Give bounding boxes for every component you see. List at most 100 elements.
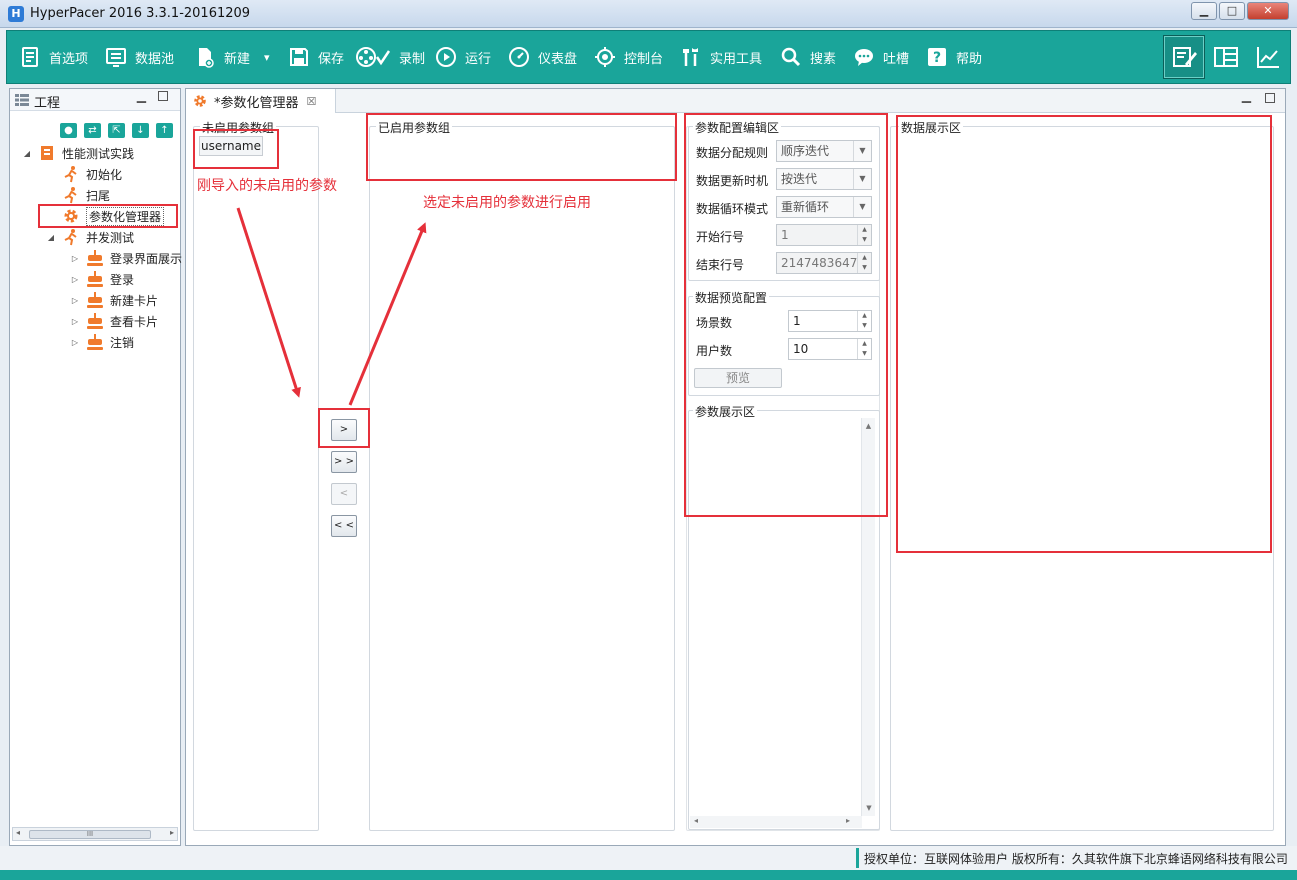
tab-label: *参数化管理器 xyxy=(214,95,299,111)
expand-toggle-icon[interactable]: ▷ xyxy=(70,254,80,263)
tree-item-project[interactable]: ◢ 性能测试实践 xyxy=(22,143,134,163)
expand-toggle-icon[interactable]: ◢ xyxy=(46,233,56,242)
chart-perspective-button[interactable] xyxy=(1247,35,1289,79)
disable-all-button[interactable]: < < xyxy=(331,515,357,537)
scroll-thumb[interactable]: III xyxy=(29,830,151,839)
toolbar-dashboard-button[interactable]: 仪表盘 xyxy=(508,44,577,70)
annotation-box-enable-button xyxy=(318,408,370,448)
annotation-box-enabled-group xyxy=(366,113,677,181)
toggle-view-icon[interactable]: ● xyxy=(60,123,77,138)
tree-item-logout[interactable]: ▷ 注销 xyxy=(70,332,134,352)
upload-icon[interactable]: ↑ xyxy=(156,123,173,138)
toolbar-preferences-label: 首选项 xyxy=(49,51,89,67)
editor-maximize-button[interactable] xyxy=(1265,93,1275,103)
save-icon xyxy=(288,46,310,68)
enabled-params-group: 已启用参数组 xyxy=(369,119,675,831)
scroll-left-icon[interactable]: ◂ xyxy=(694,816,698,825)
runner-icon xyxy=(62,165,80,183)
app-logo-icon: H xyxy=(8,6,24,22)
scroll-right-icon[interactable]: ▸ xyxy=(170,828,174,837)
toolbar-new-button[interactable]: 新建 ▾ xyxy=(194,44,270,70)
project-grid-icon xyxy=(15,94,29,106)
toolbar-feedback-button[interactable]: 吐槽 xyxy=(853,44,909,70)
tab-close-icon[interactable]: ☒ xyxy=(307,95,317,108)
tools-icon xyxy=(680,46,702,68)
project-book-icon xyxy=(38,144,56,162)
gear-icon xyxy=(194,95,206,107)
tree-item-cleanup[interactable]: 扫尾 xyxy=(46,185,110,205)
toolbar-tools-label: 实用工具 xyxy=(710,51,763,67)
tree-item-label: 登录界面展示 xyxy=(110,251,183,266)
search-icon xyxy=(780,46,802,68)
toolbar-run-label: 运行 xyxy=(465,51,492,67)
toolbar-save-label: 保存 xyxy=(318,51,345,67)
disable-selected-button[interactable]: < xyxy=(331,483,357,505)
toolbar-run-button[interactable]: 运行 xyxy=(435,44,491,70)
tree-item-label: 注销 xyxy=(110,335,135,350)
layout-perspective-button[interactable] xyxy=(1205,35,1247,79)
transaction-icon xyxy=(86,333,104,351)
toolbar-search-button[interactable]: 搜素 xyxy=(780,44,836,70)
expand-toggle-icon[interactable]: ▷ xyxy=(70,338,80,347)
project-panel: 工程 ▁ ● ⇄ ⇱ ↓ ↑ ◢ 性能测试实践 初始化 扫尾 参数化管理器 ◢ … xyxy=(9,88,182,846)
annotation-box-tree-item xyxy=(38,204,178,228)
minimize-button[interactable]: ▁ xyxy=(1191,2,1217,20)
tree-item-view-card[interactable]: ▷ 查看卡片 xyxy=(70,311,158,331)
toolbar-help-button[interactable]: ? 帮助 xyxy=(926,44,982,70)
status-bar: 授权单位：互联网体验用户 版权所有：久其软件旗下北京蜂语网络科技有限公司 xyxy=(0,846,1297,870)
expand-toggle-icon[interactable]: ▷ xyxy=(70,275,80,284)
expand-toggle-icon[interactable]: ▷ xyxy=(70,296,80,305)
bottom-accent-bar xyxy=(0,870,1297,880)
toolbar-data-pool-button[interactable]: 数据池 xyxy=(105,44,174,70)
tab-param-manager[interactable]: *参数化管理器 ☒ xyxy=(186,89,336,113)
tree-item-login[interactable]: ▷ 登录 xyxy=(70,269,134,289)
toolbar-console-button[interactable]: 控制台 xyxy=(594,44,663,70)
project-horizontal-scrollbar[interactable]: ◂ III ▸ xyxy=(12,827,178,841)
project-maximize-button[interactable] xyxy=(158,91,168,101)
editor-minimize-button[interactable]: ▁ xyxy=(1242,89,1251,103)
runner-icon xyxy=(62,186,80,204)
tree-item-init[interactable]: 初始化 xyxy=(46,164,122,184)
enable-all-button[interactable]: > > xyxy=(331,451,357,473)
toolbar-new-label: 新建 xyxy=(224,51,251,67)
scroll-down-icon[interactable]: ▼ xyxy=(862,804,876,812)
runner-icon xyxy=(62,228,80,246)
tree-item-login-page[interactable]: ▷ 登录界面展示 xyxy=(70,248,182,268)
tree-item-concurrent[interactable]: ◢ 并发测试 xyxy=(46,227,134,247)
transaction-icon xyxy=(86,270,104,288)
expand-toggle-icon[interactable]: ◢ xyxy=(22,149,32,158)
close-button[interactable]: ✕ xyxy=(1247,2,1289,20)
console-icon xyxy=(594,46,616,68)
expand-toggle-icon[interactable]: ▷ xyxy=(70,317,80,326)
tree-item-label: 并发测试 xyxy=(86,230,135,245)
tree-item-new-card[interactable]: ▷ 新建卡片 xyxy=(70,290,158,310)
collapse-icon[interactable]: ⇱ xyxy=(108,123,125,138)
download-icon[interactable]: ↓ xyxy=(132,123,149,138)
window-controls: ▁ □ ✕ xyxy=(1191,2,1289,20)
toolbar-save-button[interactable]: 保存 xyxy=(288,44,344,70)
toolbar-preferences-button[interactable]: 首选项 xyxy=(19,44,88,70)
sync-icon[interactable]: ⇄ xyxy=(84,123,101,138)
tree-item-label: 扫尾 xyxy=(86,188,111,203)
preferences-icon xyxy=(19,46,41,68)
project-tools: ● ⇄ ⇱ ↓ ↑ xyxy=(60,123,173,138)
svg-text:?: ? xyxy=(933,50,941,66)
scroll-right-icon[interactable]: ▸ xyxy=(846,816,850,825)
toolbar-data-pool-label: 数据池 xyxy=(135,51,175,67)
tree-item-label: 新建卡片 xyxy=(110,293,159,308)
toolbar-tools-button[interactable]: 实用工具 xyxy=(680,44,762,70)
scroll-left-icon[interactable]: ◂ xyxy=(16,828,20,837)
project-panel-header: 工程 ▁ xyxy=(10,89,180,111)
project-minimize-button[interactable]: ▁ xyxy=(137,89,146,103)
new-dropdown-arrow-icon[interactable]: ▾ xyxy=(264,51,270,64)
tree-item-label: 性能测试实践 xyxy=(62,146,135,161)
toolbar-help-label: 帮助 xyxy=(956,51,983,67)
toolbar-search-label: 搜素 xyxy=(810,51,837,67)
transaction-icon xyxy=(86,249,104,267)
toolbar-record-button[interactable]: 录制 xyxy=(355,44,425,70)
maximize-button[interactable]: □ xyxy=(1219,2,1245,20)
toolbar-dashboard-label: 仪表盘 xyxy=(538,51,578,67)
tree-item-label: 登录 xyxy=(110,272,135,287)
edit-perspective-button[interactable] xyxy=(1163,35,1205,79)
param-display-horizontal-scrollbar[interactable]: ◂ ▸ xyxy=(690,816,862,828)
